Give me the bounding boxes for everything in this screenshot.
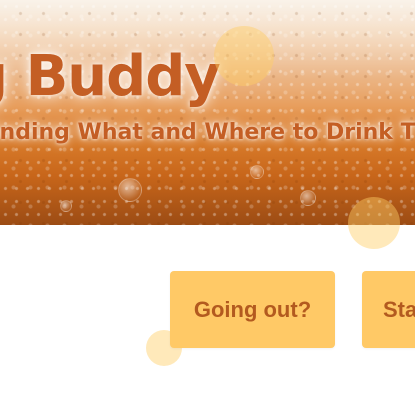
site-title: g Buddy [0, 44, 221, 109]
condensation-texture [0, 0, 415, 225]
bubble-decoration [300, 190, 316, 206]
hero-banner: g Buddy inding What and Where to Drink T [0, 0, 415, 225]
going-out-button[interactable]: Going out? [170, 271, 335, 348]
floating-circle-decoration [348, 197, 400, 249]
bubble-decoration [118, 178, 142, 202]
start-button[interactable]: Sta [362, 271, 415, 348]
bubble-decoration [250, 165, 264, 179]
site-tagline: inding What and Where to Drink T [0, 120, 415, 145]
floating-circle-decoration [214, 26, 274, 86]
bubble-decoration [60, 200, 72, 212]
